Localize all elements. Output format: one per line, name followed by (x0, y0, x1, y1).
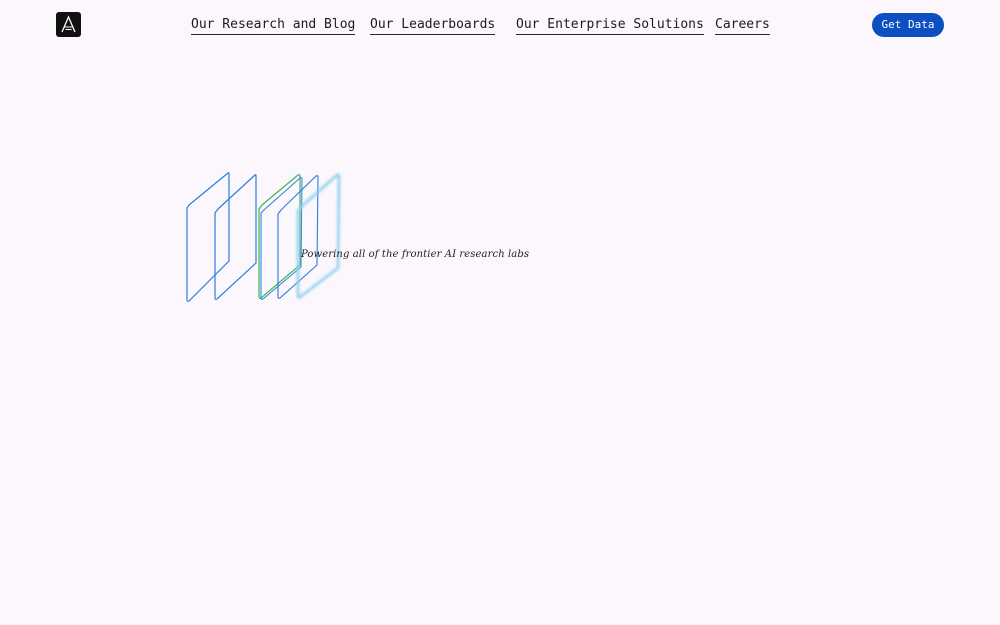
nav-link-leaderboards[interactable]: Our Leaderboards (370, 16, 496, 35)
hero-panels-graphic (186, 172, 341, 302)
panel-green-1 (258, 174, 301, 299)
get-data-button[interactable]: Get Data (872, 13, 944, 37)
panel-blue-2 (214, 174, 257, 300)
nav-link-careers[interactable]: Careers (715, 16, 770, 35)
nav-link-enterprise-solutions[interactable]: Our Enterprise Solutions (516, 16, 704, 35)
logo-a-mark-icon (61, 15, 76, 33)
panel-glow (296, 173, 341, 299)
top-navigation: Our Research and Blog Our Leaderboards O… (0, 0, 1000, 50)
hero-tagline: Powering all of the frontier AI research… (301, 249, 530, 260)
panel-blue-1 (186, 172, 230, 302)
logo-icon[interactable] (56, 12, 81, 37)
nav-link-research-blog[interactable]: Our Research and Blog (191, 16, 356, 35)
